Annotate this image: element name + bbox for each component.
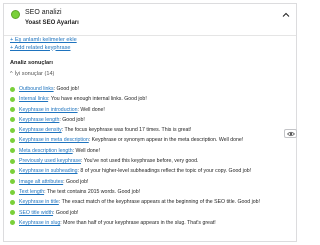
- good-bullet-icon: [10, 96, 15, 102]
- result-item: Keyphrase density: The focus keyphrase w…: [10, 125, 294, 135]
- result-item: Text length: The text contains 2015 word…: [10, 187, 294, 197]
- result-text: Keyphrase in subheading: 8 of your highe…: [19, 166, 251, 176]
- good-bullet-icon: [10, 148, 15, 154]
- result-text: Keyphrase in meta description: Keyphrase…: [19, 135, 243, 145]
- result-item: Keyphrase in introduction: Well done!: [10, 105, 294, 115]
- result-message: : Good job!: [53, 86, 79, 92]
- result-link[interactable]: Internal links: [19, 96, 48, 102]
- result-text: Keyphrase length: Good job!: [19, 115, 85, 125]
- add-related-keyphrase-link[interactable]: + Add related keyphrase: [10, 45, 77, 53]
- result-message: : You've not used this keyphrase before,…: [81, 158, 199, 165]
- result-message: : More than half of your keyphrase appea…: [60, 219, 216, 226]
- good-bullet-icon: [10, 179, 15, 185]
- result-text: Meta description length: Well done!: [19, 146, 100, 156]
- result-link[interactable]: Image alt attributes: [19, 179, 63, 185]
- seo-analysis-title: SEO analizi: [25, 9, 62, 16]
- result-link[interactable]: Meta description length: [19, 148, 73, 154]
- result-message: : Good job!: [59, 116, 85, 123]
- result-message: : The text contains 2015 words. Good job…: [44, 188, 141, 195]
- result-link[interactable]: SEO title width: [19, 210, 53, 216]
- keyphrase-links: + Eş anlamlı kelimeler ekle + Add relate…: [10, 37, 77, 52]
- seo-analysis-panel: SEO analizi Yoast SEO Ayarları + Eş anla…: [3, 3, 297, 242]
- good-bullet-icon: [10, 138, 15, 144]
- good-results-list: Outbound links: Good job! Internal links:…: [10, 84, 294, 228]
- result-message: : You have enough internal links. Good j…: [48, 96, 147, 103]
- result-link[interactable]: Outbound links: [19, 86, 54, 92]
- result-item: Keyphrase in slug: More than half of you…: [10, 218, 294, 228]
- result-message: : Good job!: [53, 209, 79, 216]
- result-link[interactable]: Keyphrase length: [19, 117, 59, 123]
- good-bullet-icon: [10, 199, 15, 205]
- result-text: Keyphrase density: The focus keyphrase w…: [19, 125, 191, 135]
- seo-analysis-header[interactable]: SEO analizi Yoast SEO Ayarları: [4, 4, 296, 36]
- focus-keyphrase-label: Yoast SEO Ayarları: [25, 20, 79, 26]
- result-text: Keyphrase in slug: More than half of you…: [19, 218, 216, 228]
- result-message: : Good job!: [63, 178, 89, 185]
- eye-icon-button[interactable]: [284, 129, 297, 138]
- result-item: SEO title width: Good job!: [10, 208, 294, 218]
- result-message: : 8 of your higher-level subheadings ref…: [77, 168, 252, 175]
- good-results-toggle[interactable]: ^ İyi sonuçlar (14): [10, 71, 54, 77]
- result-link[interactable]: Previously used keyphrase: [19, 158, 81, 164]
- eye-icon: [287, 131, 295, 137]
- result-item: Meta description length: Well done!: [10, 146, 294, 156]
- good-bullet-icon: [10, 158, 15, 164]
- chevron-up-icon[interactable]: [281, 10, 291, 20]
- result-text: Keyphrase in title: The exact match of t…: [19, 197, 260, 207]
- good-bullet-icon: [10, 168, 15, 174]
- result-text: Previously used keyphrase: You've not us…: [19, 156, 199, 166]
- analysis-results-heading: Analiz sonuçları: [10, 60, 53, 66]
- result-message: : The exact match of the keyphrase appea…: [58, 199, 260, 206]
- result-item: Image alt attributes: Good job!: [10, 177, 294, 187]
- add-synonyms-link[interactable]: + Eş anlamlı kelimeler ekle: [10, 37, 77, 45]
- good-bullet-icon: [10, 127, 15, 133]
- good-bullet-icon: [10, 210, 15, 216]
- seo-score-good-icon: [11, 10, 20, 19]
- result-link[interactable]: Keyphrase in slug: [19, 220, 60, 226]
- good-results-label: İyi sonuçlar (14): [14, 71, 55, 77]
- result-message: : The focus keyphrase was found 17 times…: [61, 127, 192, 134]
- result-text: Keyphrase in introduction: Well done!: [19, 105, 105, 115]
- result-message: : Well done!: [77, 106, 105, 113]
- result-item: Keyphrase in meta description: Keyphrase…: [10, 135, 294, 145]
- result-message: : Well done!: [72, 147, 100, 154]
- result-link[interactable]: Keyphrase in introduction: [19, 107, 78, 113]
- result-link[interactable]: Keyphrase in title: [19, 199, 59, 205]
- result-item: Outbound links: Good job!: [10, 84, 294, 94]
- result-text: Internal links: You have enough internal…: [19, 94, 147, 104]
- result-item: Keyphrase in title: The exact match of t…: [10, 197, 294, 207]
- result-message: : Keyphrase or synonym appear in the met…: [88, 137, 244, 144]
- result-item: Keyphrase in subheading: 8 of your highe…: [10, 166, 294, 176]
- result-text: SEO title width: Good job!: [19, 208, 78, 218]
- result-link[interactable]: Keyphrase in meta description: [19, 137, 89, 143]
- good-bullet-icon: [10, 117, 15, 123]
- result-text: Text length: The text contains 2015 word…: [19, 187, 140, 197]
- result-link[interactable]: Text length: [19, 189, 44, 195]
- good-bullet-icon: [10, 86, 15, 92]
- good-bullet-icon: [10, 220, 15, 226]
- good-bullet-icon: [10, 189, 15, 195]
- result-link[interactable]: Keyphrase in subheading: [19, 168, 78, 174]
- result-text: Outbound links: Good job!: [19, 84, 79, 94]
- result-link[interactable]: Keyphrase density: [19, 127, 62, 133]
- result-text: Image alt attributes: Good job!: [19, 177, 89, 187]
- result-item: Keyphrase length: Good job!: [10, 115, 294, 125]
- result-item: Internal links: You have enough internal…: [10, 94, 294, 104]
- result-item: Previously used keyphrase: You've not us…: [10, 156, 294, 166]
- good-bullet-icon: [10, 107, 15, 113]
- caret-up-icon: ^: [10, 71, 13, 77]
